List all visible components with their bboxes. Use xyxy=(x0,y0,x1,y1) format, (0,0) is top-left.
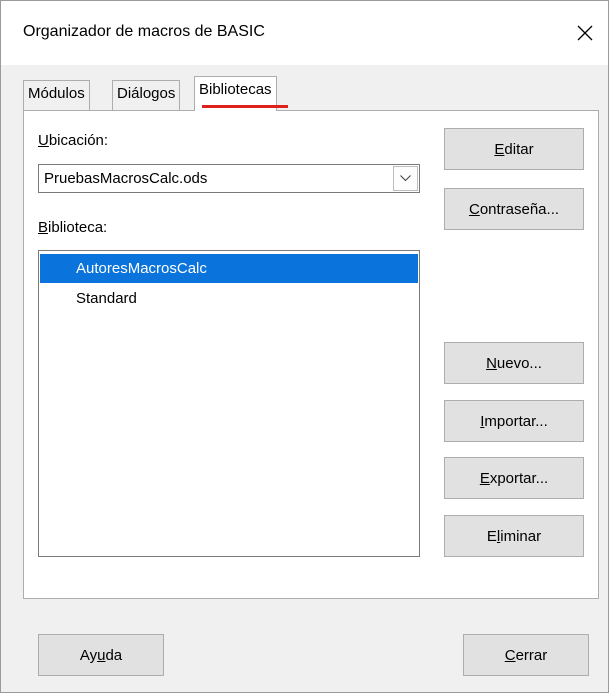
delete-button[interactable]: El iminar xyxy=(444,515,584,557)
password-button[interactable]: Contraseña... xyxy=(444,188,584,230)
basic-macro-organizer-dialog: Organizador de macros de BASIC Módulos D… xyxy=(0,0,609,693)
export-button[interactable]: Exportar... xyxy=(444,457,584,499)
tab-libraries-label: Bibliotecas xyxy=(199,81,272,98)
library-list[interactable]: AutoresMacrosCalc Standard xyxy=(38,250,420,557)
tab-modules-label: Módulos xyxy=(28,85,85,102)
list-item[interactable]: Standard xyxy=(40,284,418,313)
chevron-down-icon xyxy=(400,175,411,182)
help-button[interactable]: Ay u da xyxy=(38,634,164,676)
edit-button[interactable]: Editar xyxy=(444,128,584,170)
list-item-label: Standard xyxy=(76,290,137,307)
tab-modules[interactable]: Módulos xyxy=(23,80,90,110)
location-value: PruebasMacrosCalc.ods xyxy=(44,170,208,187)
close-icon xyxy=(577,25,593,41)
title-bar: Organizador de macros de BASIC xyxy=(1,1,608,65)
library-label: Biblioteca: xyxy=(38,219,108,236)
tab-dialogs[interactable]: Diálogos xyxy=(112,80,181,110)
location-dropdown[interactable]: PruebasMacrosCalc.ods xyxy=(38,164,420,193)
dropdown-toggle[interactable] xyxy=(393,166,418,191)
new-button[interactable]: Nuevo... xyxy=(444,342,584,384)
close-window-button[interactable] xyxy=(562,1,608,65)
window-title: Organizador de macros de BASIC xyxy=(23,23,265,40)
import-button[interactable]: Importar... xyxy=(444,400,584,442)
list-item[interactable]: AutoresMacrosCalc xyxy=(40,254,418,283)
location-label: Ubicación: xyxy=(38,132,109,149)
close-button[interactable]: Cerrar xyxy=(463,634,589,676)
tab-dialogs-label: Diálogos xyxy=(117,85,176,102)
active-tab-indicator xyxy=(202,105,288,108)
list-item-label: AutoresMacrosCalc xyxy=(76,260,207,277)
